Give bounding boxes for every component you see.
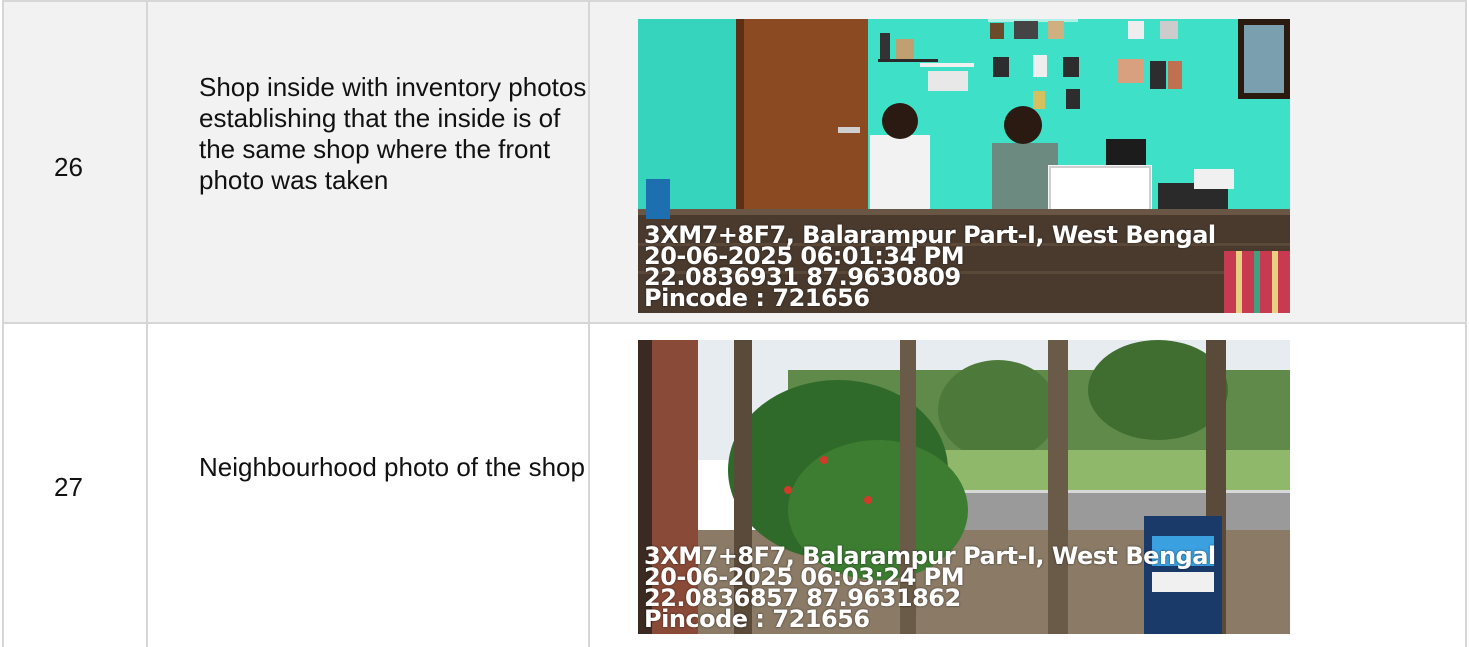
photo-cell: 3XM7+8F7, Balarampur Part-I, West Bengal… [590,324,1467,647]
description-cell: Neighbourhood photo of the shop [148,324,590,647]
photo-cell: 3XM7+8F7, Balarampur Part-I, West Bengal… [590,2,1467,322]
photo-description: Neighbourhood photo of the shop [199,452,585,482]
description-cell: Shop inside with inventory photos establ… [148,2,590,322]
geo-stamp: 3XM7+8F7, Balarampur Part-I, West Bengal… [644,223,1216,312]
serial-number-cell: 27 [2,324,148,647]
table-row: 26 Shop inside with inventory photos est… [2,0,1467,322]
stamp-pincode: Pincode : 721656 [644,284,870,312]
shop-interior-photo: 3XM7+8F7, Balarampur Part-I, West Bengal… [638,19,1290,313]
neighbourhood-photo: 3XM7+8F7, Balarampur Part-I, West Bengal… [638,340,1290,634]
geo-stamp: 3XM7+8F7, Balarampur Part-I, West Bengal… [644,544,1216,633]
serial-number: 27 [54,472,83,502]
stamp-pincode: Pincode : 721656 [644,605,870,633]
serial-number: 26 [54,152,83,182]
evidence-table: 26 Shop inside with inventory photos est… [0,0,1469,647]
table-row: 27 Neighbourhood photo of the shop 3XM7+… [2,322,1467,647]
serial-number-cell: 26 [2,2,148,322]
photo-description: Shop inside with inventory photos establ… [199,72,587,195]
